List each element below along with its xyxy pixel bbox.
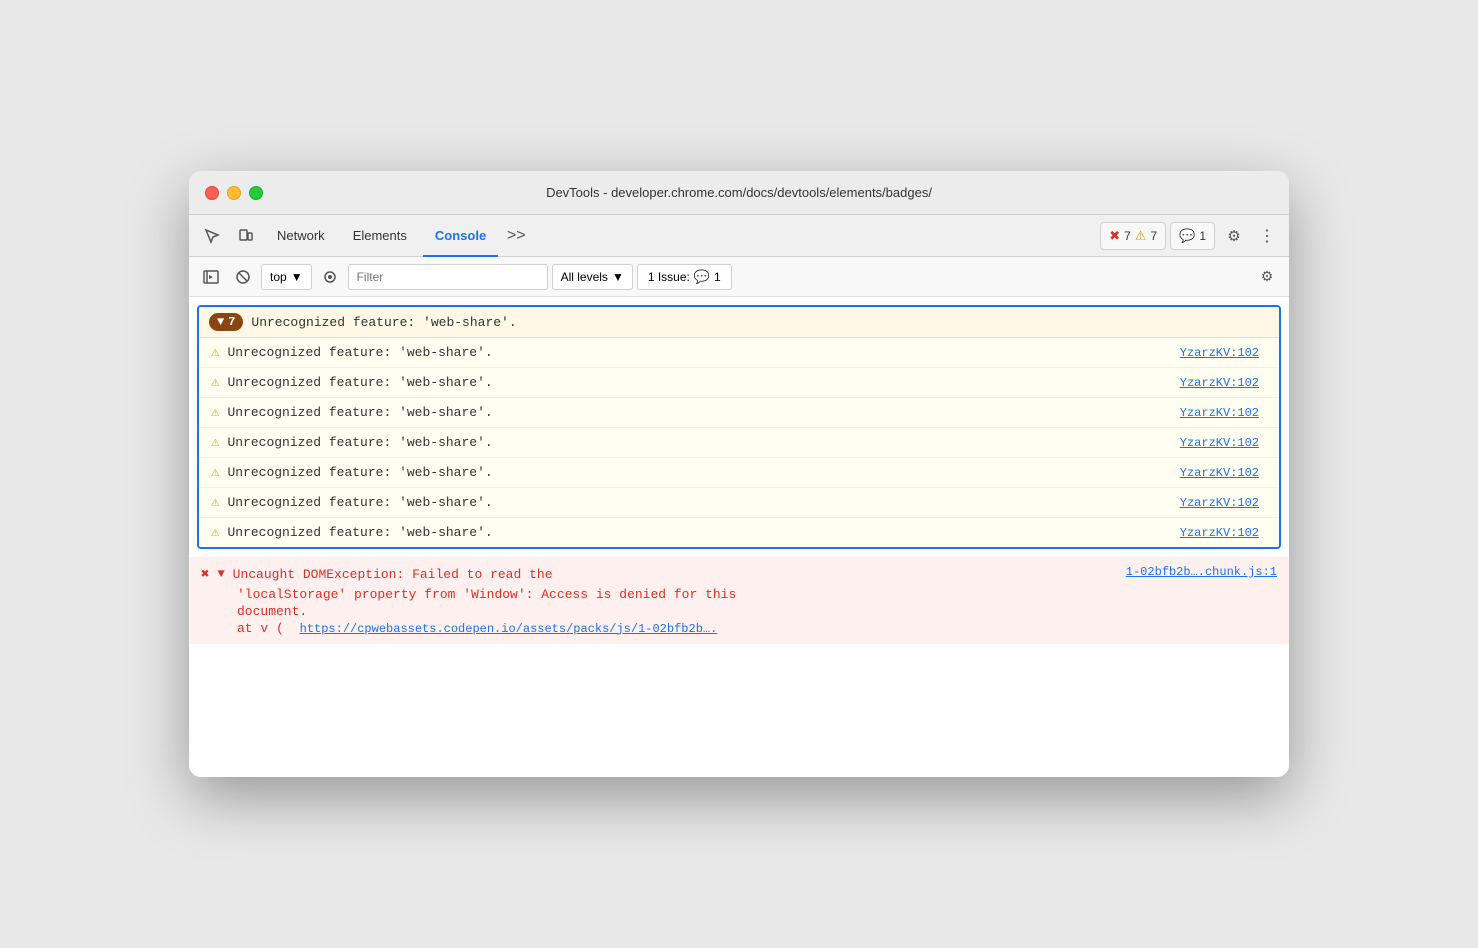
warning-group-count: 7 [228, 315, 235, 329]
filter-input[interactable] [348, 264, 548, 290]
close-button[interactable] [205, 186, 219, 200]
warning-item-link-0[interactable]: YzarzKV:102 [1180, 346, 1267, 360]
tab-elements[interactable]: Elements [341, 221, 419, 251]
warning-item-text: Unrecognized feature: 'web-share'. [227, 525, 492, 540]
maximize-button[interactable] [249, 186, 263, 200]
device-toolbar-button[interactable] [231, 221, 261, 251]
warning-item-text: Unrecognized feature: 'web-share'. [227, 375, 492, 390]
list-item: ⚠ Unrecognized feature: 'web-share'. Yza… [199, 518, 1279, 547]
warning-triangle-icon: ⚠ [211, 434, 219, 451]
console-toolbar: top ▼ All levels ▼ 1 Issue: 💬 1 ⚙ [189, 257, 1289, 297]
warning-triangle-icon: ⚠ [211, 404, 219, 421]
traffic-lights [205, 186, 263, 200]
warning-group: ▼ 7 Unrecognized feature: 'web-share'. ⚠… [197, 305, 1281, 549]
sidebar-toggle-button[interactable] [197, 263, 225, 291]
title-bar: DevTools - developer.chrome.com/docs/dev… [189, 171, 1289, 215]
issues-button[interactable]: 1 Issue: 💬 1 [637, 264, 732, 290]
list-item: ⚠ Unrecognized feature: 'web-share'. Yza… [199, 488, 1279, 518]
minimize-button[interactable] [227, 186, 241, 200]
list-item: ⚠ Unrecognized feature: 'web-share'. Yza… [199, 428, 1279, 458]
window-title: DevTools - developer.chrome.com/docs/dev… [546, 185, 932, 200]
context-label: top [270, 270, 287, 284]
message-count: 1 [1199, 229, 1206, 243]
warning-group-text: Unrecognized feature: 'web-share'. [251, 315, 516, 330]
error-expand-arrow[interactable]: ▼ [217, 567, 224, 581]
warning-item-text: Unrecognized feature: 'web-share'. [227, 345, 492, 360]
list-item: ⚠ Unrecognized feature: 'web-share'. Yza… [199, 368, 1279, 398]
warning-item-text: Unrecognized feature: 'web-share'. [227, 465, 492, 480]
warning-item-link-3[interactable]: YzarzKV:102 [1180, 436, 1267, 450]
warning-item-link-6[interactable]: YzarzKV:102 [1180, 526, 1267, 540]
error-warning-badge[interactable]: ✖ 7 ⚠ 7 [1100, 222, 1166, 250]
error-row: ✖ ▼ Uncaught DOMException: Failed to rea… [189, 557, 1289, 644]
context-selector[interactable]: top ▼ [261, 264, 312, 290]
warning-count-badge: ▼ 7 [209, 313, 243, 331]
error-line-2: 'localStorage' property from 'Window': A… [201, 587, 1277, 602]
warning-item-text: Unrecognized feature: 'web-share'. [227, 495, 492, 510]
tab-network[interactable]: Network [265, 221, 337, 251]
warning-item-text: Unrecognized feature: 'web-share'. [227, 435, 492, 450]
warning-item-link-1[interactable]: YzarzKV:102 [1180, 376, 1267, 390]
warning-triangle-icon: ⚠ [211, 464, 219, 481]
list-item: ⚠ Unrecognized feature: 'web-share'. Yza… [199, 458, 1279, 488]
issue-icon: 💬 [694, 269, 710, 285]
error-line-3: document. [201, 604, 1277, 619]
issue-count: 1 [714, 270, 721, 284]
error-row-header: ✖ ▼ Uncaught DOMException: Failed to rea… [201, 565, 1277, 585]
warning-item-link-5[interactable]: YzarzKV:102 [1180, 496, 1267, 510]
more-options-button[interactable]: ⋮ [1253, 222, 1281, 250]
settings-button[interactable]: ⚙ [1219, 221, 1249, 251]
log-levels-arrow: ▼ [612, 270, 624, 284]
warning-triangle-icon: ⚠ [211, 524, 219, 541]
tab-console[interactable]: Console [423, 221, 498, 251]
warning-group-header[interactable]: ▼ 7 Unrecognized feature: 'web-share'. [199, 307, 1279, 338]
inspect-element-button[interactable] [197, 221, 227, 251]
context-dropdown-arrow: ▼ [291, 270, 303, 284]
log-levels-dropdown[interactable]: All levels ▼ [552, 264, 633, 290]
warn-count: 7 [1150, 229, 1157, 243]
log-levels-label: All levels [561, 270, 608, 284]
list-item: ⚠ Unrecognized feature: 'web-share'. Yza… [199, 398, 1279, 428]
warning-triangle-icon: ⚠ [211, 494, 219, 511]
error-circle-icon: ✖ [201, 566, 209, 583]
warning-group-arrow: ▼ [217, 315, 224, 329]
warning-triangle-icon: ⚠ [211, 374, 219, 391]
error-at-link[interactable]: https://cpwebassets.codepen.io/assets/pa… [300, 622, 718, 636]
console-content: ▼ 7 Unrecognized feature: 'web-share'. ⚠… [189, 297, 1289, 777]
message-badge[interactable]: 💬 1 [1170, 222, 1215, 250]
clear-console-button[interactable] [229, 263, 257, 291]
live-expression-button[interactable] [316, 263, 344, 291]
console-settings-button[interactable]: ⚙ [1253, 263, 1281, 291]
list-item: ⚠ Unrecognized feature: 'web-share'. Yza… [199, 338, 1279, 368]
error-source-link[interactable]: 1-02bfb2b….chunk.js:1 [1126, 565, 1277, 579]
issue-label: 1 Issue: [648, 270, 690, 284]
error-at-line: at v ( https://cpwebassets.codepen.io/as… [201, 621, 1277, 636]
warning-item-link-2[interactable]: YzarzKV:102 [1180, 406, 1267, 420]
error-main-text: Uncaught DOMException: Failed to read th… [233, 565, 1110, 585]
devtools-toolbar: Network Elements Console >> ✖ 7 ⚠ 7 💬 1 … [189, 215, 1289, 257]
warning-triangle-icon: ⚠ [211, 344, 219, 361]
warning-item-link-4[interactable]: YzarzKV:102 [1180, 466, 1267, 480]
devtools-window: DevTools - developer.chrome.com/docs/dev… [189, 171, 1289, 777]
error-count: 7 [1124, 229, 1131, 243]
warning-item-text: Unrecognized feature: 'web-share'. [227, 405, 492, 420]
warn-icon: ⚠ [1135, 228, 1147, 244]
more-tabs-button[interactable]: >> [502, 222, 530, 250]
message-icon: 💬 [1179, 228, 1195, 244]
error-icon: ✖ [1109, 228, 1120, 244]
